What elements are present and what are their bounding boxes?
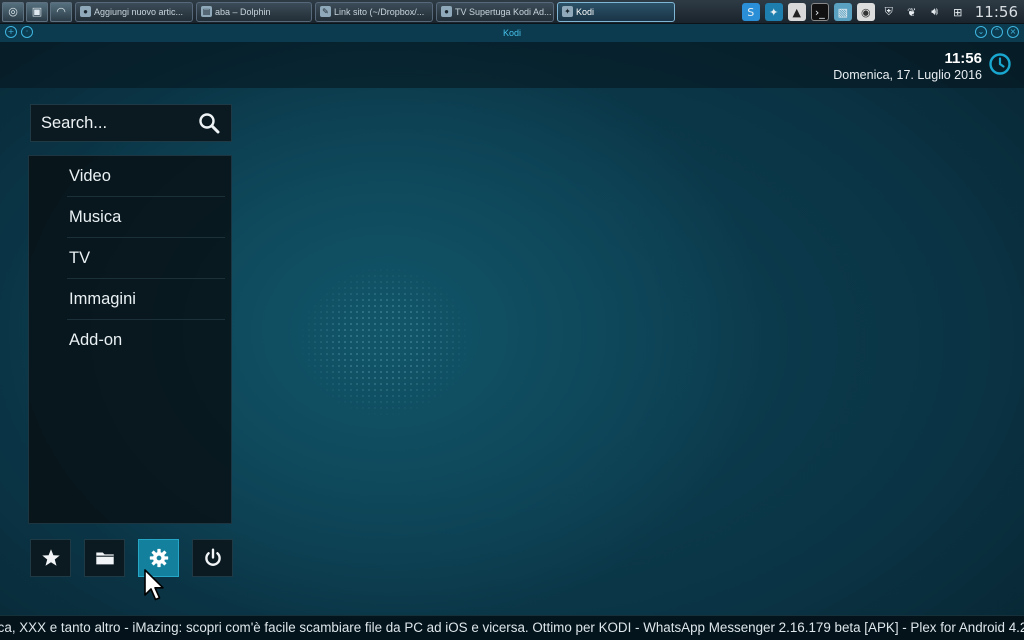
menu-item-pictures[interactable]: Immagini [67,279,225,320]
search-button[interactable]: Search... [30,104,232,142]
browser-icon: ● [441,6,452,17]
close-icon[interactable]: × [1007,26,1019,38]
task-button-dolphin[interactable]: ▤ aba – Dolphin [196,1,312,22]
background-dots [300,267,470,417]
desktop-icon[interactable]: ▣ [26,1,48,22]
clock-time: 11:56 [944,50,982,67]
menu-item-tv[interactable]: TV [67,238,225,279]
browser-icon: ● [80,6,91,17]
window-pin-icon[interactable]: · [21,26,33,38]
favourites-star-icon [41,549,60,566]
app-icon[interactable]: ▲ [787,3,806,21]
settings-gear-icon [149,548,168,568]
clock-date: Domenica, 17. Luglio 2016 [833,68,982,82]
favourites-button[interactable] [30,539,71,577]
main-menu: Video Musica TV Immagini Add-on [28,155,232,524]
task-label: Aggiungi nuovo artic... [94,6,184,17]
skype-icon[interactable]: S [741,3,760,21]
clock-block: 11:56 Domenica, 17. Luglio 2016 [833,50,982,82]
window-title: Kodi [502,28,521,38]
tray-clock[interactable]: 11:56 [975,3,1018,21]
task-label: TV Supertuga Kodi Ad... [455,6,552,17]
app-menu-icon[interactable]: ◎ [2,1,24,22]
kodi-tray-icon[interactable]: ✦ [764,3,783,21]
task-button-editor[interactable]: ✎ Link sito (~/Dropbox/... [315,1,433,22]
system-tray: S ✦ ▲ ›_ ▧ ◉ ⛨ ❦ 🔊︎ ⊞ 11:56 [737,0,1024,24]
power-button[interactable] [192,539,233,577]
task-label: Kodi [576,6,595,17]
terminal-icon[interactable]: ›_ [810,3,829,21]
search-label: Search... [41,113,108,132]
task-button-browser[interactable]: ● Aggiungi nuovo artic... [75,1,193,22]
mouse-cursor-icon [144,569,164,601]
power-icon [204,548,221,566]
task-button-browser-2[interactable]: ● TV Supertuga Kodi Ad... [436,1,554,22]
photo-icon[interactable]: ▧ [833,3,852,21]
shield-icon[interactable]: ⛨ [880,3,898,21]
volume-icon[interactable]: 🔊︎ [926,3,944,21]
task-label: aba – Dolphin [215,6,271,17]
window-menu-icon[interactable]: + [5,26,17,38]
editor-icon: ✎ [320,6,331,17]
kodi-icon: ✦ [562,6,573,17]
system-taskbar: ◎ ▣ ◠ ● Aggiungi nuovo artic... ▤ aba – … [0,0,1024,24]
maximize-icon[interactable]: ⌃ [991,26,1003,38]
task-button-kodi[interactable]: ✦ Kodi [557,1,675,22]
folder-icon [95,552,114,565]
menu-item-music[interactable]: Musica [67,197,225,238]
minimize-icon[interactable]: ⌄ [975,26,987,38]
task-label: Link sito (~/Dropbox/... [334,6,425,17]
file-manager-button[interactable] [84,539,125,577]
bottom-button-row [30,539,246,577]
news-ticker: sica, XXX e tanto altro - iMazing: scopr… [0,615,1024,640]
dolphin-icon[interactable]: ◠ [50,1,72,22]
search-icon [199,113,220,134]
kodi-top-bar: 11:56 Domenica, 17. Luglio 2016 [0,42,1024,88]
ticker-text: sica, XXX e tanto altro - iMazing: scopr… [0,620,1024,635]
folder-icon: ▤ [201,6,212,17]
menu-item-video[interactable]: Video [67,156,225,197]
menu-item-addons[interactable]: Add-on [67,320,225,361]
kodi-home-screen: 11:56 Domenica, 17. Luglio 2016 Search..… [0,42,1024,640]
network-icon[interactable]: ⊞ [949,3,967,21]
window-titlebar[interactable]: + · Kodi ⌄ ⌃ × [0,24,1024,42]
clock-icon [989,53,1011,75]
camera-icon[interactable]: ◉ [856,3,875,21]
leaf-icon[interactable]: ❦ [903,3,921,21]
